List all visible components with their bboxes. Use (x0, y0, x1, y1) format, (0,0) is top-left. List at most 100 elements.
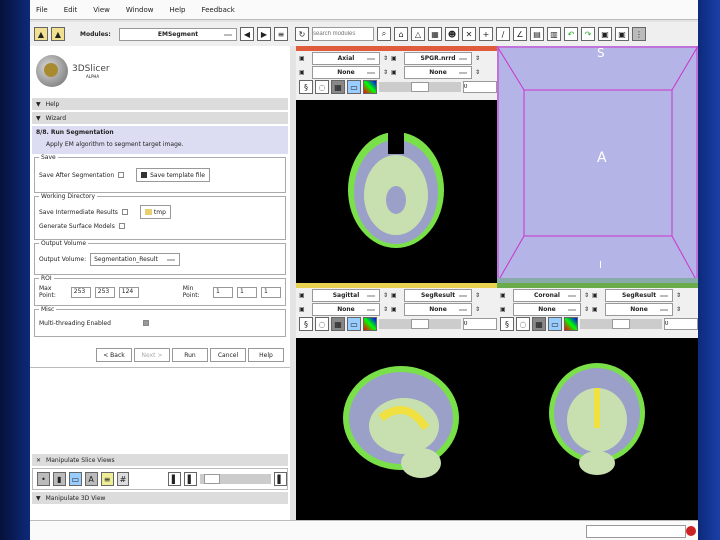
spin-icon[interactable]: ⇕ (475, 292, 480, 299)
yellow-view-bar[interactable] (296, 283, 497, 288)
search-modules-input[interactable] (312, 27, 374, 41)
colormap-icon[interactable] (363, 317, 377, 331)
fade-icon[interactable]: ▌ (184, 472, 198, 486)
colors-icon[interactable]: ▤ (530, 27, 544, 41)
slice-views-section[interactable]: ✕ Manipulate Slice Views (32, 454, 288, 466)
menu-help[interactable]: Help (170, 6, 186, 14)
link-slices-icon[interactable]: § (500, 317, 514, 331)
monitor-icon[interactable]: ▭ (347, 80, 361, 94)
yellow-fg-select[interactable]: None (312, 302, 380, 316)
data-icon[interactable]: △ (411, 27, 425, 41)
green-offset-input[interactable] (664, 318, 698, 330)
layout-icon[interactable]: ▥ (547, 27, 561, 41)
load-scene-icon[interactable]: ▲ (34, 27, 48, 41)
menu-edit[interactable]: Edit (64, 6, 78, 14)
green-lbl-select[interactable]: None (605, 302, 674, 316)
menu-file[interactable]: File (36, 6, 48, 14)
slice-monitor-icon[interactable]: ▭ (68, 472, 82, 486)
run-button[interactable]: Run (172, 348, 208, 362)
3d-view-section[interactable]: ▼ Manipulate 3D View (32, 492, 288, 504)
fov-icon[interactable]: ▦ (331, 80, 345, 94)
module-history-icon[interactable]: ≡ (274, 27, 288, 41)
spin-icon[interactable]: ⇕ (584, 306, 589, 313)
error-icon[interactable] (686, 526, 696, 536)
volumes-icon[interactable]: ▦ (428, 27, 442, 41)
directory-button[interactable]: tmp (139, 205, 171, 219)
yellow-slice-slider[interactable] (379, 319, 461, 329)
save-template-button[interactable]: Save template file (136, 168, 210, 182)
spin-icon[interactable]: ⇕ (475, 69, 480, 76)
3d-view-bar[interactable] (497, 278, 698, 283)
red-slice-image[interactable] (296, 100, 497, 283)
red-orient-select[interactable]: Axial (312, 51, 380, 65)
link-icon[interactable]: ▌ (168, 472, 182, 486)
visibility-icon[interactable]: ◌ (516, 317, 530, 331)
crosshair-icon[interactable]: ≡ (100, 472, 114, 486)
fov-icon[interactable]: ▮ (52, 472, 66, 486)
annotation-icon[interactable]: A (84, 472, 98, 486)
link-slices-icon[interactable]: § (299, 80, 313, 94)
menu-window[interactable]: Window (126, 6, 154, 14)
more-icon[interactable]: ⋮ (632, 27, 646, 41)
surface-models-checkbox[interactable] (118, 223, 125, 229)
help-section[interactable]: ▼ Help (32, 98, 288, 110)
next-button[interactable]: Next > (134, 348, 170, 362)
yellow-slice-image[interactable] (296, 338, 497, 520)
green-bg-select[interactable]: SegResult (605, 288, 674, 302)
yellow-lbl-select[interactable]: None (404, 302, 473, 316)
spin-icon[interactable]: ⇕ (475, 306, 480, 313)
fade-slider[interactable] (200, 474, 272, 484)
spin-icon[interactable]: ⇕ (676, 306, 681, 313)
refresh-icon[interactable]: ↻ (295, 27, 309, 41)
colormap-icon[interactable] (564, 317, 578, 331)
grid-icon[interactable]: # (116, 472, 130, 486)
spin-icon[interactable]: ⇕ (475, 55, 480, 62)
output-volume-select[interactable]: Segmentation_Result (90, 252, 181, 266)
min-y-input[interactable]: 1 (236, 286, 257, 298)
save-intermediate-checkbox[interactable] (121, 209, 128, 215)
spin-icon[interactable]: ⇕ (676, 292, 681, 299)
import-scene-icon[interactable]: ▲ (51, 27, 65, 41)
conventional-layout-icon[interactable]: ▣ (598, 27, 612, 41)
next-module-icon[interactable]: ▶ (257, 27, 271, 41)
red-bg-select[interactable]: SPGR.nrrd (404, 51, 473, 65)
help-button[interactable]: Help (248, 348, 284, 362)
fade-end-icon[interactable]: ▌ (274, 472, 288, 486)
prev-module-icon[interactable]: ◀ (240, 27, 254, 41)
module-select[interactable]: EMSegment (119, 27, 237, 41)
red-lbl-select[interactable]: None (404, 65, 473, 79)
transforms-icon[interactable]: ✕ (462, 27, 476, 41)
min-z-input[interactable]: 1 (260, 286, 281, 298)
3d-viewer[interactable]: S A I (497, 46, 698, 283)
cancel-button[interactable]: Cancel (210, 348, 246, 362)
red-view-bar[interactable] (296, 46, 497, 51)
green-orient-select[interactable]: Coronal (513, 288, 581, 302)
menu-feedback[interactable]: Feedback (201, 6, 234, 14)
green-slice-slider[interactable] (580, 319, 662, 329)
green-slice-image[interactable] (497, 338, 698, 520)
undo-icon[interactable]: ↶ (564, 27, 578, 41)
max-y-input[interactable]: 253 (94, 286, 115, 298)
models-icon[interactable]: ☻ (445, 27, 459, 41)
green-view-bar[interactable] (497, 283, 698, 288)
yellow-orient-select[interactable]: Sagittal (312, 288, 380, 302)
fiducial-icon[interactable]: • (37, 472, 50, 486)
monitor-icon[interactable]: ▭ (548, 317, 562, 331)
3d-layout-icon[interactable]: ▣ (615, 27, 629, 41)
editor-icon[interactable]: ∕ (496, 27, 510, 41)
colormap-icon[interactable] (363, 80, 377, 94)
min-x-input[interactable]: 1 (212, 286, 233, 298)
save-after-checkbox[interactable] (118, 172, 125, 178)
redo-icon[interactable]: ↷ (581, 27, 595, 41)
link-slices-icon[interactable]: § (299, 317, 313, 331)
home-icon[interactable]: ⌂ (394, 27, 408, 41)
yellow-offset-input[interactable] (463, 318, 497, 330)
fov-icon[interactable]: ▦ (532, 317, 546, 331)
visibility-icon[interactable]: ◌ (315, 317, 329, 331)
fov-icon[interactable]: ▦ (331, 317, 345, 331)
measure-icon[interactable]: ∠ (513, 27, 527, 41)
spin-icon[interactable]: ⇕ (383, 306, 388, 313)
back-button[interactable]: < Back (96, 348, 132, 362)
menu-view[interactable]: View (93, 6, 110, 14)
red-slice-slider[interactable] (379, 82, 461, 92)
